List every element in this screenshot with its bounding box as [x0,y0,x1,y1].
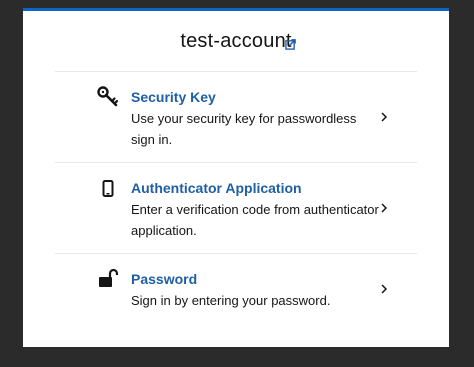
external-link-icon[interactable] [285,39,296,50]
security-key-title: Security Key [131,89,216,105]
account-name: test-account [180,29,292,52]
chevron-right-icon [381,284,388,294]
security-key-description: Use your security key for passwordless s… [131,111,357,147]
key-icon [97,86,119,107]
chevron-right-icon [381,203,388,213]
authenticator-app-option[interactable]: Authenticator Application Enter a verifi… [23,163,449,253]
authenticator-app-description: Enter a verification code from authentic… [131,202,379,238]
authenticator-app-title: Authenticator Application [131,180,302,196]
chevron-right-icon [381,112,388,122]
password-option[interactable]: Password Sign in by entering your passwo… [23,254,449,344]
unlock-icon [99,268,119,287]
password-title: Password [131,271,198,287]
password-description: Sign in by entering your password. [131,293,331,308]
card-header: test-account [23,11,449,71]
mobile-phone-icon [102,180,114,197]
login-card: test-account Security Key Use your secur… [23,8,449,347]
security-key-option[interactable]: Security Key Use your security key for p… [23,72,449,162]
